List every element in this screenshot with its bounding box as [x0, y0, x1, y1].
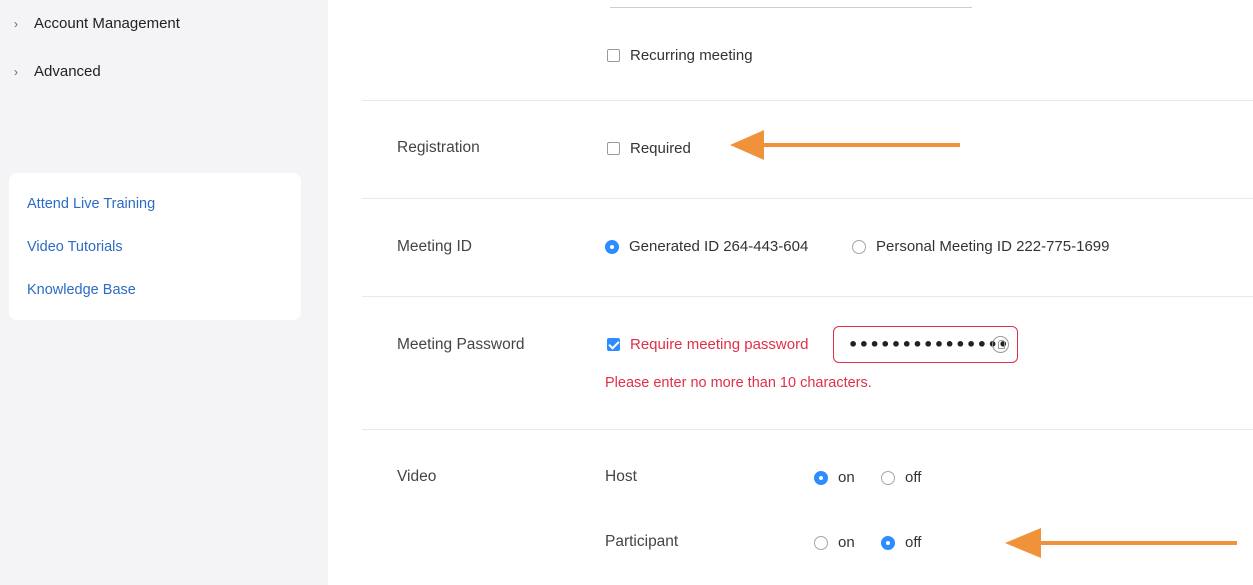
nav-item-label: Account Management — [34, 15, 180, 32]
participant-video-on-label: on — [838, 534, 855, 551]
sidebar: › Account Management › Advanced Attend L… — [0, 0, 328, 585]
participant-video-off-radio[interactable] — [881, 535, 895, 550]
require-password-option[interactable]: Require meeting password — [607, 336, 808, 353]
generated-id-radio[interactable] — [605, 239, 619, 254]
generated-id-label: Generated ID 264-443-604 — [629, 238, 809, 255]
nav-item-account-management[interactable]: › Account Management — [14, 15, 180, 32]
password-error-message: Please enter no more than 10 characters. — [605, 375, 872, 391]
divider — [362, 100, 1253, 101]
registration-required-checkbox[interactable] — [607, 142, 620, 155]
nav-item-advanced[interactable]: › Advanced — [14, 63, 101, 80]
participant-video-off-option[interactable]: off — [881, 534, 921, 551]
meeting-password-label: Meeting Password — [397, 336, 525, 353]
recurring-meeting-checkbox[interactable] — [607, 49, 620, 62]
password-input[interactable]: ••••••••••••••• — [833, 326, 1018, 363]
registration-required-option[interactable]: Required — [607, 140, 691, 157]
link-video-tutorials[interactable]: Video Tutorials — [27, 239, 123, 255]
divider — [362, 198, 1253, 199]
participant-video-on-option[interactable]: on — [814, 534, 855, 551]
divider — [362, 296, 1253, 297]
personal-meeting-id-radio[interactable] — [852, 239, 866, 254]
recurring-meeting-label: Recurring meeting — [630, 47, 753, 64]
video-label: Video — [397, 468, 437, 485]
password-value: ••••••••••••••• — [848, 335, 1009, 354]
link-knowledge-base[interactable]: Knowledge Base — [27, 282, 136, 298]
divider — [362, 429, 1253, 430]
registration-label: Registration — [397, 139, 480, 156]
host-video-off-radio[interactable] — [881, 470, 895, 485]
meeting-settings-form: Recurring meeting Registration Required … — [328, 0, 1253, 585]
host-video-off-label: off — [905, 469, 922, 486]
personal-meeting-id-option[interactable]: Personal Meeting ID 222-775-1699 — [852, 238, 1109, 255]
registration-required-label: Required — [630, 140, 691, 157]
arrow-annotation — [730, 130, 960, 160]
arrow-annotation — [1005, 528, 1237, 558]
participant-video-off-label: off — [905, 534, 922, 551]
host-video-on-option[interactable]: on — [814, 469, 855, 486]
personal-meeting-id-label: Personal Meeting ID 222-775-1699 — [876, 238, 1110, 255]
chevron-right-icon: › — [14, 64, 18, 79]
host-label: Host — [605, 468, 637, 485]
meeting-id-label: Meeting ID — [397, 238, 472, 255]
nav-item-label: Advanced — [34, 63, 101, 80]
participant-video-on-radio[interactable] — [814, 535, 828, 550]
generated-id-option[interactable]: Generated ID 264-443-604 — [605, 238, 808, 255]
host-video-off-option[interactable]: off — [881, 469, 921, 486]
host-video-on-radio[interactable] — [814, 470, 828, 485]
password-manager-icon[interactable] — [992, 336, 1009, 353]
require-password-checkbox[interactable] — [607, 338, 620, 351]
field-underline — [610, 7, 972, 8]
participant-label: Participant — [605, 533, 679, 550]
recurring-meeting-option[interactable]: Recurring meeting — [607, 47, 753, 64]
chevron-right-icon: › — [14, 16, 18, 31]
host-video-on-label: on — [838, 469, 855, 486]
link-attend-live-training[interactable]: Attend Live Training — [27, 196, 155, 212]
require-password-label: Require meeting password — [630, 336, 809, 353]
